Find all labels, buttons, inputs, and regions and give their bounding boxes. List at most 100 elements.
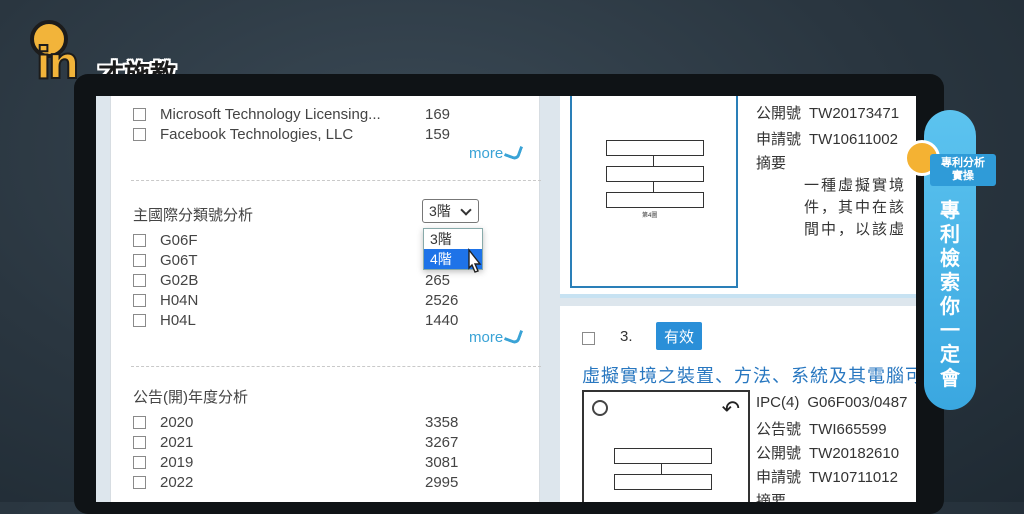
ipc-count: 265 — [425, 271, 451, 289]
more-link-ipc[interactable]: more — [469, 325, 524, 346]
year-row[interactable]: 2019 3081 — [133, 452, 458, 472]
flowchart-arrow — [653, 182, 654, 192]
notice-value: TWI665599 — [809, 421, 887, 438]
abstract-label: 摘要 — [756, 155, 787, 172]
checkbox[interactable] — [133, 107, 146, 121]
ipc-value: G06F003/0487 — [807, 394, 908, 411]
checkbox[interactable] — [133, 415, 146, 429]
divider — [131, 366, 541, 367]
year-section-title: 公告(開)年度分析 — [133, 389, 248, 406]
assignee-row[interactable]: Facebook Technologies, LLC 159 — [133, 124, 450, 144]
ipc-level-select[interactable]: 3階 — [422, 199, 479, 223]
patent-thumbnail[interactable]: ↶ — [582, 390, 750, 502]
flowchart-box — [614, 474, 712, 490]
checkbox[interactable] — [133, 233, 146, 247]
figure-label: 第4圖 — [642, 213, 658, 219]
patent-thumbnail[interactable]: 第4圖 — [570, 96, 738, 288]
filter-panel: Microsoft Technology Licensing... 169 Fa… — [110, 96, 541, 502]
app-value: TW10711012 — [809, 469, 898, 486]
pub-label: 公開號 — [756, 105, 802, 122]
checkbox[interactable] — [133, 435, 146, 449]
year-label: 2021 — [160, 433, 194, 451]
ipc-code: H04L — [160, 311, 196, 329]
flowchart-arrow — [661, 464, 662, 474]
ipc-count: 1440 — [425, 311, 459, 329]
abstract-line: 件，其中在該 — [804, 199, 907, 216]
flowchart-box — [606, 140, 704, 156]
year-row[interactable]: 2022 2995 — [133, 472, 458, 492]
year-label: 2022 — [160, 473, 194, 491]
abstract-label: 摘要 — [756, 493, 787, 502]
flowchart-box — [606, 166, 704, 182]
ipc-row[interactable]: G06F — [133, 230, 412, 250]
ipc-section-title: 主國際分類號分析 — [133, 207, 254, 224]
more-label: more — [469, 329, 504, 346]
app-number: 申請號 TW10611002 — [756, 128, 898, 149]
pub-value: TW20182610 — [809, 445, 900, 462]
notice-label: 公告號 — [756, 421, 802, 438]
ribbon-tag: 專利分析 實操 — [930, 154, 996, 186]
ipc-row[interactable]: H04L 1440 — [133, 310, 458, 330]
side-ribbon: 專利分析 實操 專利檢索你一定會 — [904, 110, 996, 410]
ipc-info: IPC(4) G06F003/0487 — [756, 394, 907, 411]
pub-label: 公開號 — [756, 445, 802, 462]
app-label: 申請號 — [756, 131, 802, 148]
ipc-row[interactable]: G06T — [133, 250, 412, 270]
result-checkbox[interactable] — [582, 332, 595, 345]
ribbon-text: 專利檢索你一定會 — [940, 198, 960, 390]
checkbox[interactable] — [133, 475, 146, 489]
mouse-cursor-icon — [468, 248, 482, 273]
ipc-count: 2526 — [425, 291, 459, 309]
checkbox[interactable] — [133, 313, 146, 327]
app-value: TW10611002 — [809, 131, 898, 148]
logo-letter: in — [35, 37, 80, 90]
curved-arrow-icon — [504, 141, 524, 162]
year-row[interactable]: 2021 3267 — [133, 432, 458, 452]
abstract-line: 一種虛擬實境 — [804, 177, 907, 194]
abstract-line: 間中，以該虛 — [804, 221, 907, 238]
ipc-code: G02B — [160, 271, 199, 289]
app-label: 申請號 — [756, 469, 802, 486]
year-count: 2995 — [425, 473, 459, 491]
assignee-count: 169 — [425, 105, 451, 123]
assignee-name: Facebook Technologies, LLC — [160, 125, 354, 143]
pub-number: 公開號 TW20173471 — [756, 102, 899, 123]
award-icon — [592, 400, 608, 416]
checkbox[interactable] — [133, 253, 146, 267]
ipc-row[interactable]: H04N 2526 — [133, 290, 458, 310]
year-label: 2019 — [160, 453, 194, 471]
more-label: more — [469, 145, 504, 162]
pub-number: 公開號 TW20182610 — [756, 442, 899, 463]
checkbox[interactable] — [133, 293, 146, 307]
year-count: 3267 — [425, 433, 459, 451]
year-label: 2020 — [160, 413, 194, 431]
ribbon-vertical-text: 專利檢索你一定會 — [924, 198, 976, 390]
result-card: 第4圖 公開號 TW20173471 申請號 TW10611002 摘要 一種虛擬實… — [560, 96, 916, 298]
pub-value: TW20173471 — [809, 105, 900, 122]
select-value: 3階 — [429, 203, 451, 219]
ipc-code: H04N — [160, 291, 199, 309]
assignee-name: Microsoft Technology Licensing... — [160, 105, 381, 123]
ipc-code: G06F — [160, 231, 198, 249]
ipc-row[interactable]: G02B 265 — [133, 270, 450, 290]
assignee-count: 159 — [425, 125, 451, 143]
checkbox[interactable] — [133, 127, 146, 141]
checkbox[interactable] — [133, 273, 146, 287]
result-number: 3. — [620, 328, 633, 345]
result-title-link[interactable]: 虛擬實境之裝置、方法、系統及其電腦可 — [582, 362, 916, 388]
assignee-row[interactable]: Microsoft Technology Licensing... 169 — [133, 104, 450, 124]
year-row[interactable]: 2020 3358 — [133, 412, 458, 432]
flowchart-arrow — [653, 156, 654, 166]
ipc-code: G06T — [160, 251, 198, 269]
screen: Microsoft Technology Licensing... 169 Fa… — [96, 96, 916, 502]
dropdown-option-3[interactable]: 3階 — [424, 229, 482, 249]
results-panel: 第4圖 公開號 TW20173471 申請號 TW10611002 摘要 一種虛擬實… — [552, 96, 916, 502]
more-link-assignee[interactable]: more — [469, 141, 524, 162]
ipc-label: IPC(4) — [756, 394, 800, 411]
year-count: 3358 — [425, 413, 459, 431]
checkbox[interactable] — [133, 455, 146, 469]
rotate-icon[interactable]: ↶ — [722, 396, 740, 422]
flowchart-box — [606, 192, 704, 208]
app-number: 申請號 TW10711012 — [756, 466, 898, 487]
status-badge: 有效 — [656, 322, 702, 350]
